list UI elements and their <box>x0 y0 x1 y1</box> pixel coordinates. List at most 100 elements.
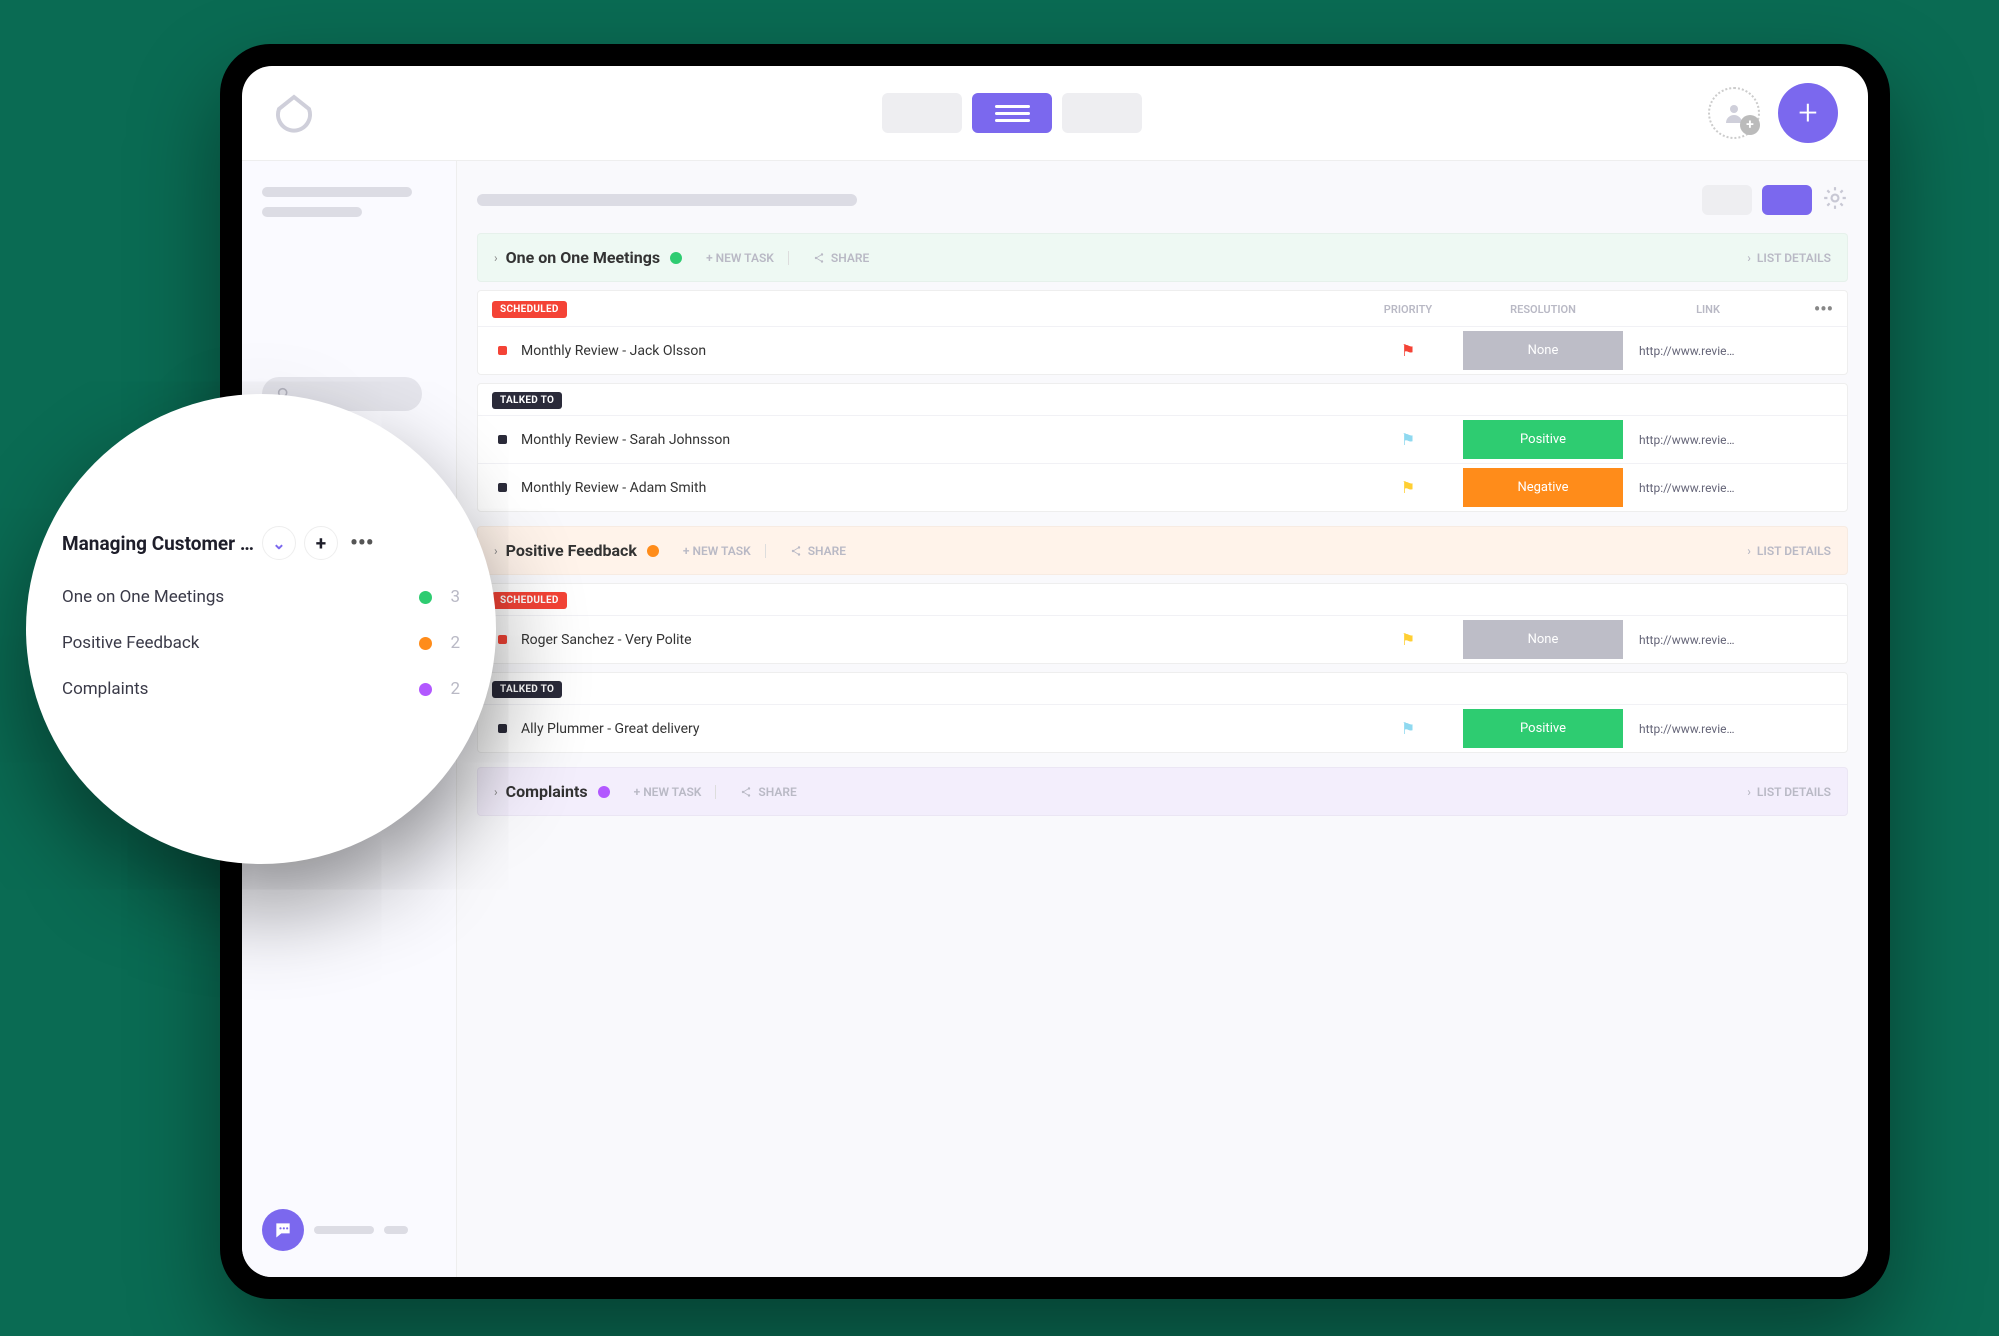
share-button[interactable]: SHARE <box>740 785 796 799</box>
resolution-cell[interactable]: Positive <box>1463 420 1623 459</box>
chevron-right-icon: › <box>494 785 498 799</box>
chevron-right-icon: › <box>1747 544 1751 558</box>
link-cell[interactable]: http://www.revie… <box>1623 433 1793 447</box>
sidebar-item-label: Complaints <box>62 679 419 699</box>
status-square-icon <box>498 435 507 444</box>
create-button[interactable]: + <box>1778 83 1838 143</box>
status-badge[interactable]: TALKED TO <box>492 681 562 698</box>
column-link: LINK <box>1623 303 1793 316</box>
list-details-button[interactable]: › LIST DETAILS <box>1747 251 1831 265</box>
resolution-cell[interactable]: None <box>1463 620 1623 659</box>
divider <box>715 785 716 799</box>
sidebar-item-label: Positive Feedback <box>62 633 419 653</box>
resolution-cell[interactable]: Negative <box>1463 468 1623 507</box>
resolution-cell[interactable]: Positive <box>1463 709 1623 748</box>
app-logo-icon[interactable] <box>272 91 316 135</box>
chat-button[interactable] <box>262 1209 304 1251</box>
list-details-button[interactable]: › LIST DETAILS <box>1747 544 1831 558</box>
sidebar-item[interactable]: One on One Meetings3 <box>62 574 460 620</box>
resolution-cell[interactable]: None <box>1463 331 1623 370</box>
folder-title: Managing Customer … <box>62 532 254 555</box>
status-square-icon <box>498 635 507 644</box>
settings-button[interactable] <box>1822 185 1848 215</box>
priority-flag-icon[interactable]: ⚑ <box>1353 430 1463 449</box>
column-resolution: RESOLUTION <box>1463 303 1623 316</box>
sidebar-skeleton-line <box>314 1226 374 1234</box>
sidebar-item[interactable]: Complaints 2 <box>62 666 460 712</box>
status-row: SCHEDULED <box>478 584 1847 615</box>
invite-user-button[interactable]: + <box>1708 87 1760 139</box>
view-box-button[interactable] <box>1062 93 1142 133</box>
main-content: › One on One Meetings + NEW TASK SHARE › LIS… <box>457 161 1868 1277</box>
status-square-icon <box>498 724 507 733</box>
plus-icon: + <box>1740 115 1760 135</box>
task-title: Monthly Review - Sarah Johnsson <box>521 432 730 448</box>
task-title: Monthly Review - Jack Olsson <box>521 343 706 359</box>
view-list-button[interactable] <box>972 93 1052 133</box>
task-row[interactable]: Ally Plummer - Great delivery ⚑Positiveht… <box>478 704 1847 752</box>
task-row[interactable]: Monthly Review - Jack Olsson ⚑Nonehttp://… <box>478 326 1847 374</box>
sidebar-item-count: 3 <box>450 587 460 607</box>
task-section: SCHEDULED Roger Sanchez - Very Polite ⚑Non… <box>477 583 1848 664</box>
task-title: Monthly Review - Adam Smith <box>521 480 706 496</box>
chevron-right-icon: › <box>494 251 498 265</box>
view-board-button[interactable] <box>882 93 962 133</box>
list-title: One on One Meetings <box>506 248 660 267</box>
list-icon <box>995 105 1030 122</box>
task-row[interactable]: Monthly Review - Adam Smith ⚑Negativehttp… <box>478 463 1847 511</box>
task-section: TALKED TO Monthly Review - Sarah Johnsson… <box>477 383 1848 512</box>
folder-more-button[interactable]: ••• <box>350 531 374 556</box>
share-button[interactable]: SHARE <box>813 251 869 265</box>
folder-add-button[interactable]: + <box>304 526 338 560</box>
page-title-skeleton <box>477 194 857 206</box>
status-badge[interactable]: SCHEDULED <box>492 301 567 318</box>
color-dot-icon <box>647 545 659 557</box>
layout-toggle-2[interactable] <box>1762 185 1812 215</box>
list-header[interactable]: ›Positive Feedback+ NEW TASKSHARE› LIST … <box>477 526 1848 575</box>
link-cell[interactable]: http://www.revie… <box>1623 344 1793 358</box>
folder-expand-button[interactable]: ⌄ <box>262 526 296 560</box>
task-row[interactable]: Monthly Review - Sarah Johnsson ⚑Positive… <box>478 415 1847 463</box>
status-square-icon <box>498 346 507 355</box>
status-square-icon <box>498 483 507 492</box>
sidebar-skeleton-line <box>262 207 362 217</box>
task-title: Ally Plummer - Great delivery <box>521 721 700 737</box>
chat-icon <box>273 1220 293 1240</box>
sidebar-item-count: 2 <box>450 679 460 699</box>
new-task-button[interactable]: + NEW TASK <box>706 251 774 265</box>
status-row: TALKED TO <box>478 673 1847 704</box>
chevron-right-icon: › <box>1747 785 1751 799</box>
sidebar-skeleton-line <box>384 1226 408 1234</box>
chevron-right-icon: › <box>494 544 498 558</box>
share-button[interactable]: SHARE <box>790 544 846 558</box>
status-badge[interactable]: SCHEDULED <box>492 592 567 609</box>
status-badge[interactable]: TALKED TO <box>492 392 562 409</box>
priority-flag-icon[interactable]: ⚑ <box>1353 478 1463 497</box>
task-section: SCHEDULEDPRIORITYRESOLUTIONLINK•••Monthl… <box>477 290 1848 375</box>
link-cell[interactable]: http://www.revie… <box>1623 481 1793 495</box>
list-title: Complaints <box>506 782 588 801</box>
gear-icon <box>1822 185 1848 211</box>
task-title: Roger Sanchez - Very Polite <box>521 632 692 648</box>
view-switcher <box>316 93 1708 133</box>
share-icon <box>813 252 825 264</box>
priority-flag-icon[interactable]: ⚑ <box>1353 719 1463 738</box>
status-row: TALKED TO <box>478 384 1847 415</box>
link-cell[interactable]: http://www.revie… <box>1623 722 1793 736</box>
list-details-button[interactable]: › LIST DETAILS <box>1747 785 1831 799</box>
task-row[interactable]: Roger Sanchez - Very Polite ⚑Nonehttp://w… <box>478 615 1847 663</box>
color-dot-icon <box>419 637 432 650</box>
priority-flag-icon[interactable]: ⚑ <box>1353 630 1463 649</box>
sidebar-item[interactable]: Positive Feedback2 <box>62 620 460 666</box>
list-header[interactable]: › Complaints + NEW TASK SHARE › LIST DETAILS <box>477 767 1848 816</box>
new-task-button[interactable]: + NEW TASK <box>683 544 751 558</box>
topbar: + + <box>242 66 1868 161</box>
link-cell[interactable]: http://www.revie… <box>1623 633 1793 647</box>
sidebar-skeleton-line <box>262 187 412 197</box>
new-task-button[interactable]: + NEW TASK <box>634 785 702 799</box>
priority-flag-icon[interactable]: ⚑ <box>1353 341 1463 360</box>
divider <box>765 544 766 558</box>
list-header[interactable]: › One on One Meetings + NEW TASK SHARE › LIS… <box>477 233 1848 282</box>
layout-toggle-1[interactable] <box>1702 185 1752 215</box>
more-columns-button[interactable]: ••• <box>1793 299 1833 320</box>
